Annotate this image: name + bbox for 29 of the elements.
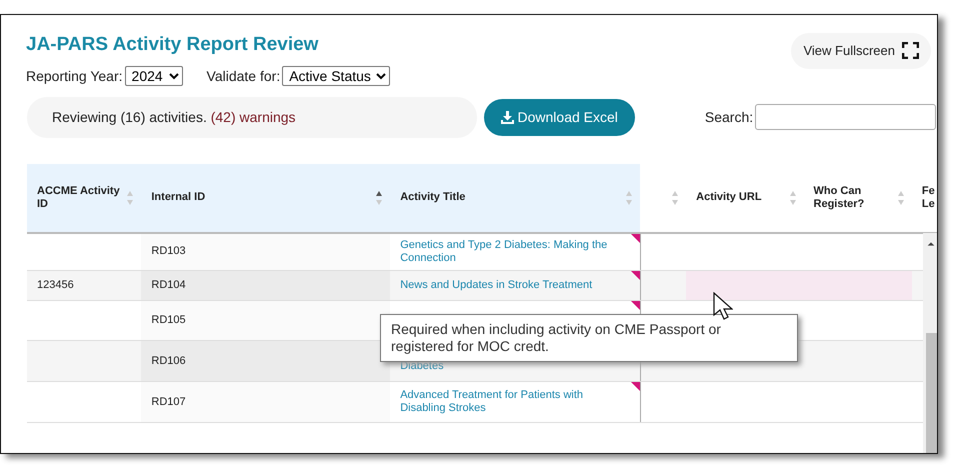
filter-label: Reporting Year: bbox=[26, 66, 123, 86]
download-icon bbox=[501, 110, 514, 124]
search-field[interactable] bbox=[755, 104, 936, 130]
table-cell: RD107 bbox=[141, 382, 390, 422]
table-cell: 123456 bbox=[27, 270, 142, 300]
column-header[interactable]: Internal ID bbox=[141, 164, 390, 232]
filter-select[interactable]: 2024 bbox=[124, 66, 183, 86]
scroll-up-icon[interactable] bbox=[926, 241, 936, 247]
column-header[interactable]: Activity Title bbox=[390, 164, 640, 232]
scrollbar[interactable] bbox=[923, 233, 937, 453]
table-cell: RD105 bbox=[141, 300, 390, 340]
summary-text: Reviewing (16) activities. (42) warnings bbox=[27, 96, 477, 138]
table-cell: RD106 bbox=[141, 340, 390, 382]
filter-select[interactable]: Active Status bbox=[282, 66, 390, 86]
tooltip: Required when including activity on CME Passport or registered for MOC credt. bbox=[380, 314, 798, 362]
cursor-icon bbox=[713, 292, 733, 320]
column-header[interactable]: ACCME Activity ID bbox=[27, 164, 142, 232]
fullscreen-button[interactable]: View Fullscreen bbox=[791, 33, 931, 68]
download-button[interactable]: Download Excel bbox=[484, 98, 635, 136]
fullscreen-icon bbox=[902, 42, 919, 60]
activity-link[interactable]: Genetics and Type 2 Diabetes: Making the Connection bbox=[400, 239, 630, 264]
column-header[interactable]: Activity URL bbox=[686, 164, 804, 232]
table-cell: RD104 bbox=[141, 270, 390, 300]
search-label: Search: bbox=[704, 108, 754, 126]
filter-label: Validate for: bbox=[206, 66, 280, 86]
activity-link[interactable]: Advanced Treatment for Patients with Disabling Strokes bbox=[400, 389, 630, 415]
table-cell: RD103 bbox=[141, 232, 390, 270]
page-title: JA-PARS Activity Report Review bbox=[26, 33, 318, 57]
column-header[interactable]: Who Can Register? bbox=[804, 164, 912, 232]
